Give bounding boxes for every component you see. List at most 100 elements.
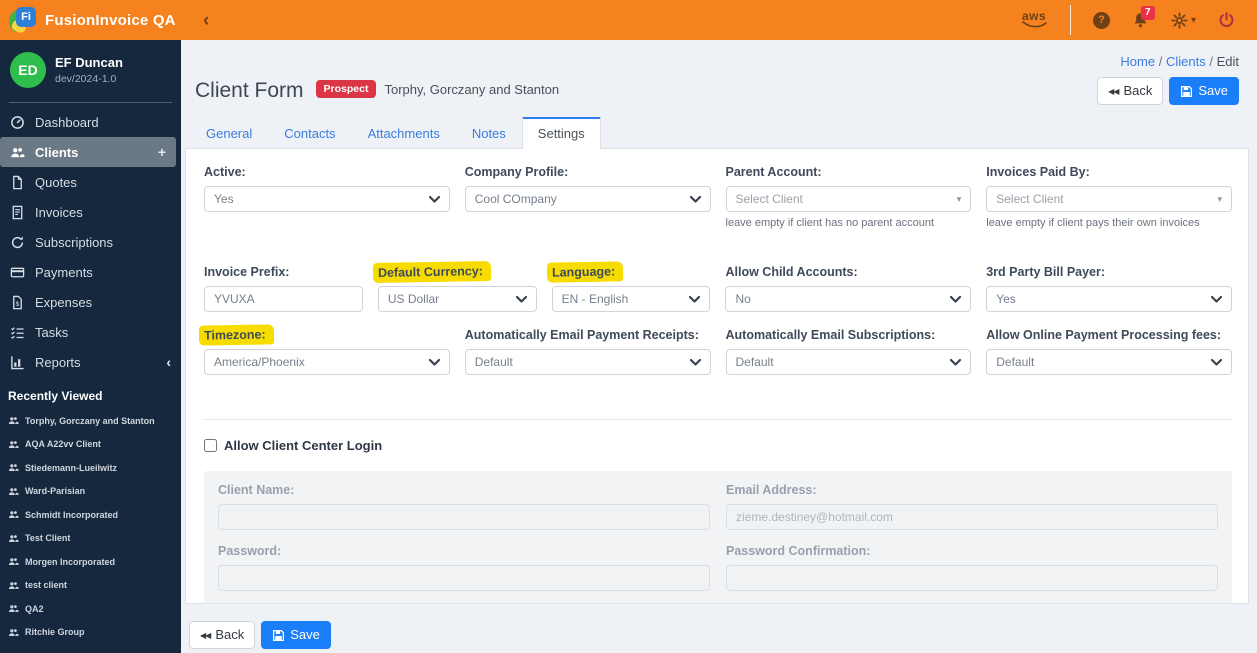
allow-child-accounts-select[interactable]: No — [725, 286, 972, 313]
recent-item[interactable]: Morgen Incorporated — [0, 550, 181, 574]
password-confirmation-input — [726, 565, 1218, 592]
chevron-down-icon — [950, 358, 962, 366]
chevron-down-icon — [1210, 295, 1222, 303]
save-button[interactable]: Save — [1169, 77, 1239, 106]
notifications-button[interactable]: 7 — [1132, 6, 1155, 29]
sidebar-item-quotes[interactable]: Quotes — [0, 167, 181, 197]
timezone-label-highlighted: Timezone: — [198, 324, 274, 346]
tab-contacts[interactable]: Contacts — [268, 118, 351, 148]
active-select[interactable]: Yes — [204, 186, 450, 213]
recent-item[interactable]: Schmidt Incorporated — [0, 503, 181, 527]
recent-item[interactable]: Test Client — [0, 527, 181, 551]
invoice-icon — [12, 205, 23, 219]
allow-client-center-login-checkbox[interactable] — [204, 439, 217, 453]
sidebar-item-clients[interactable]: Clients + — [0, 137, 176, 167]
sidebar-item-tasks[interactable]: Tasks — [0, 317, 181, 347]
tab-notes[interactable]: Notes — [456, 118, 522, 148]
save-button-bottom[interactable]: Save — [261, 621, 331, 650]
allow-client-center-login-label[interactable]: Allow Client Center Login — [224, 438, 382, 453]
email-address-label: Email Address: — [726, 483, 817, 498]
help-button[interactable]: ? — [1092, 11, 1110, 29]
file-icon — [13, 175, 22, 189]
company-profile-select[interactable]: Cool COmpany — [464, 186, 711, 213]
invoices-paid-by-select[interactable]: Select Client ▾ — [986, 186, 1232, 213]
allow-online-payment-fees-select[interactable]: Default — [986, 349, 1232, 376]
recent-item[interactable]: test client — [0, 574, 181, 598]
page-header: Client Form Prospect Torphy, Gorczany an… — [181, 69, 1257, 115]
sidebar-item-expenses[interactable]: $ Expenses — [0, 287, 181, 317]
third-party-bill-payer-select[interactable]: Yes — [986, 286, 1232, 313]
save-icon — [1181, 85, 1193, 97]
users-icon — [8, 417, 19, 425]
invoices-paid-by-label: Invoices Paid By: — [986, 165, 1090, 180]
sidebar-item-label: Payments — [35, 264, 93, 280]
auto-email-subscriptions-label: Automatically Email Subscriptions: — [725, 328, 936, 343]
tab-attachments[interactable]: Attachments — [352, 118, 456, 148]
sidebar-item-invoices[interactable]: Invoices — [0, 197, 181, 227]
recent-item[interactable]: Stiedemann-Lueilwitz — [0, 456, 181, 480]
breadcrumb-home-link[interactable]: Home — [1120, 54, 1155, 69]
brand[interactable]: Fi FusionInvoice QA — [0, 6, 181, 34]
sidebar-item-label: Quotes — [35, 174, 77, 190]
chevron-down-icon — [515, 295, 527, 303]
auto-email-payment-receipts-select-value: Default — [474, 355, 513, 370]
parent-account-helper: leave empty if client has no parent acco… — [725, 217, 935, 230]
sidebar-divider — [9, 102, 172, 103]
recent-item[interactable]: Ritchie Group — [0, 621, 181, 645]
sidebar-item-label: Subscriptions — [35, 234, 114, 250]
password-input — [218, 565, 710, 592]
back-button-bottom[interactable]: ◀◀ Back — [189, 621, 256, 650]
users-icon — [8, 534, 19, 542]
client-name-label: Client Name: — [218, 483, 295, 498]
dropdown-arrow-icon: ▾ — [956, 193, 962, 204]
auto-email-subscriptions-select-value: Default — [735, 355, 774, 370]
logout-button[interactable] — [1218, 11, 1235, 29]
sidebar-item-label: Expenses — [35, 294, 93, 310]
users-icon — [11, 147, 25, 157]
invoice-prefix-label: Invoice Prefix: — [204, 265, 290, 280]
sidebar-item-label: Tasks — [35, 324, 69, 340]
default-currency-select[interactable]: US Dollar — [377, 286, 537, 313]
add-client-icon[interactable]: + — [158, 144, 166, 160]
tab-bar: General Contacts Attachments Notes Setti… — [185, 117, 1249, 150]
tab-general[interactable]: General — [190, 118, 268, 148]
invoice-prefix-input[interactable] — [204, 286, 363, 313]
sidebar-item-reports[interactable]: Reports ‹ — [0, 347, 181, 377]
sidebar-item-subscriptions[interactable]: Subscriptions — [0, 227, 181, 257]
timezone-select-value: America/Phoenix — [214, 355, 305, 370]
recent-item-label: test client — [25, 580, 68, 591]
user-block[interactable]: ED EF Duncan dev/2024-1.0 — [0, 40, 181, 102]
help-icon: ? — [1092, 11, 1110, 29]
auto-email-payment-receipts-select[interactable]: Default — [464, 349, 711, 376]
save-icon — [273, 629, 285, 641]
recent-item[interactable]: QA2 — [0, 597, 181, 621]
users-icon — [8, 440, 19, 448]
breadcrumb-separator: / — [1209, 54, 1213, 69]
back-button[interactable]: ◀◀ Back — [1097, 77, 1164, 106]
dropdown-arrow-icon: ▾ — [1217, 193, 1222, 204]
parent-account-select-value: Select Client — [735, 192, 803, 207]
invoices-paid-by-helper: leave empty if client pays their own inv… — [986, 217, 1200, 230]
recently-viewed-title: Recently Viewed — [8, 389, 103, 403]
recent-item[interactable]: Ward-Parisian — [0, 480, 181, 504]
sidebar-item-dashboard[interactable]: Dashboard — [0, 107, 181, 137]
tab-settings[interactable]: Settings — [521, 117, 601, 150]
chevron-down-icon — [689, 295, 701, 303]
expense-icon: $ — [13, 295, 22, 309]
auto-email-subscriptions-select[interactable]: Default — [725, 349, 972, 376]
sidebar-item-payments[interactable]: Payments — [0, 257, 181, 287]
auto-email-payment-receipts-label: Automatically Email Payment Receipts: — [464, 328, 699, 343]
topbar-divider — [1069, 5, 1071, 35]
settings-menu-button[interactable]: ▾ — [1171, 11, 1196, 29]
breadcrumb-clients-link[interactable]: Clients — [1166, 54, 1206, 69]
chevron-down-icon — [689, 195, 701, 203]
allow-online-payment-fees-select-value: Default — [996, 355, 1035, 370]
recent-item[interactable]: AQA A22vv Client — [0, 433, 181, 457]
language-select[interactable]: EN - English — [551, 286, 711, 313]
recent-item[interactable]: Torphy, Gorczany and Stanton — [0, 409, 181, 433]
users-icon — [8, 487, 19, 495]
language-label-highlighted: Language: — [546, 261, 624, 283]
timezone-select[interactable]: America/Phoenix — [204, 349, 450, 376]
sidebar-collapse-icon[interactable]: ‹ — [203, 11, 209, 30]
parent-account-select[interactable]: Select Client ▾ — [725, 186, 972, 213]
